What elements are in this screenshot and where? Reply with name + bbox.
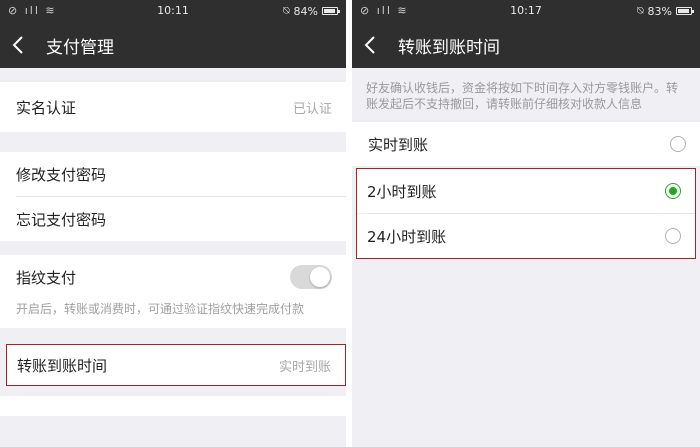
fingerprint-toggle[interactable] [290,265,332,289]
battery-icon [322,7,340,15]
status-bar: ⊘ ıll ≋ 10:11 ⍉ 84% [0,0,346,22]
fingerprint-pay-cell: 指纹支付 [0,255,346,299]
option-label: 实时到账 [368,135,429,154]
transfer-notice: 好友确认收钱后，资金将按如下时间存入对方零钱账户。转账发起后不支持撤回，请转账前… [366,81,679,111]
back-arrow-icon[interactable] [12,36,34,54]
fingerprint-hint: 开启后，转账或消费时，可通过验证指纹快速完成付款 [0,299,346,328]
transfer-time-value: 实时到账 [278,359,331,375]
battery-percent: 84% [293,4,318,18]
fingerprint-pay-label: 指纹支付 [16,268,77,287]
alarm-off-icon: ⍉ [282,4,290,17]
toggle-knob [310,267,330,287]
page-title: 转账到账时间 [398,37,500,58]
change-password-label: 修改支付密码 [16,165,107,184]
page-title: 支付管理 [46,37,114,58]
transfer-time-cell[interactable]: 转账到账时间 实时到账 [6,344,346,386]
option-realtime[interactable]: 实时到账 [352,122,700,166]
navigation-bar: 支付管理 [0,22,346,68]
battery-percent: 83% [647,4,672,18]
realname-cell[interactable]: 实名认证 已认证 [0,82,346,132]
forgot-password-cell[interactable]: 忘记支付密码 [0,197,346,241]
option-24-hours[interactable]: 24小时到账 [357,214,695,258]
change-password-cell[interactable]: 修改支付密码 [0,152,346,196]
option-2-hours[interactable]: 2小时到账 [357,169,695,213]
status-bar: ⊘ ıll ≋ 10:17 ⍉ 83% [352,0,700,22]
radio-checked-icon[interactable] [665,183,681,199]
partial-cell [0,396,346,416]
transfer-time-label: 转账到账时间 [17,356,108,375]
forgot-password-label: 忘记支付密码 [16,210,107,229]
alarm-off-icon: ⍉ [636,4,644,17]
phone-screen-transfer-time: ⊘ ıll ≋ 10:17 ⍉ 83% 转账到账时间 好友确认收钱后，资金将按如… [352,0,700,447]
phone-screen-payment-management: ⊘ ıll ≋ 10:11 ⍉ 84% 支付管理 实名认证 已认证 修改支付密码… [0,0,346,447]
option-label: 24小时到账 [367,227,447,246]
realname-label: 实名认证 [16,98,77,117]
battery-icon [676,7,694,15]
radio-unchecked-icon[interactable] [665,228,681,244]
highlighted-options: 2小时到账 24小时到账 [356,168,696,259]
option-label: 2小时到账 [367,182,437,201]
back-arrow-icon[interactable] [364,36,386,54]
radio-unchecked-icon[interactable] [670,136,686,152]
realname-status: 已认证 [292,101,332,117]
navigation-bar: 转账到账时间 [352,22,700,68]
